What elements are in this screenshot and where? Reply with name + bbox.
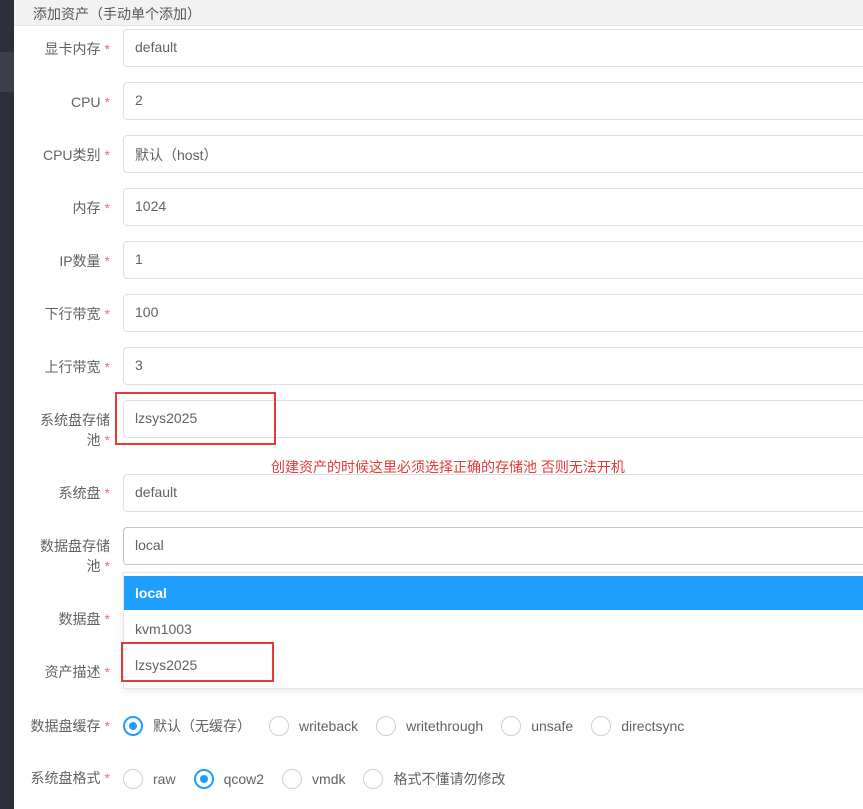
cpu-label: CPU * bbox=[70, 94, 110, 110]
data-pool-label: 数据盘存储 池 * bbox=[40, 538, 110, 574]
radio-circle-icon bbox=[123, 716, 143, 736]
down-bandwidth-input[interactable]: 100 bbox=[123, 294, 863, 332]
radio-cache-default[interactable]: 默认（无缓存） bbox=[123, 716, 251, 736]
cpu-input[interactable]: 2 bbox=[123, 82, 863, 120]
add-asset-panel: 添加资产（手动单个添加） 显卡内存 * default CPU * 2 CPU类别 *… bbox=[14, 0, 863, 809]
sidebar-strip bbox=[0, 0, 14, 809]
dropdown-option-kvm1003[interactable]: kvm1003 bbox=[124, 612, 863, 646]
radio-format-qcow2[interactable]: qcow2 bbox=[193, 769, 264, 789]
panel-title: 添加资产（手动单个添加） bbox=[33, 6, 201, 22]
radio-circle-icon bbox=[269, 716, 289, 736]
up-bandwidth-label: 上行带宽 * bbox=[44, 359, 110, 375]
annotation-box-dropdown bbox=[121, 642, 274, 682]
down-bandwidth-label: 下行带宽 * bbox=[44, 306, 110, 322]
radio-circle-icon bbox=[376, 716, 397, 736]
data-pool-select[interactable]: local bbox=[123, 527, 863, 565]
radio-circle-icon bbox=[123, 769, 143, 789]
radio-circle-icon bbox=[591, 716, 612, 736]
memory-label: 内存 * bbox=[72, 200, 110, 216]
ip-count-input[interactable]: 1 bbox=[123, 241, 863, 279]
radio-circle-icon bbox=[282, 769, 303, 789]
radio-format-note[interactable]: 格式不懂请勿修改 bbox=[363, 769, 505, 789]
data-disk-label: 数据盘 * bbox=[58, 611, 110, 627]
data-cache-radio-group: 默认（无缓存） writeback writethrough unsafe di… bbox=[123, 714, 702, 738]
memory-input[interactable]: 1024 bbox=[123, 188, 863, 226]
sys-disk-label: 系统盘 * bbox=[58, 485, 110, 501]
data-cache-label: 数据盘缓存 * bbox=[30, 718, 110, 734]
up-bandwidth-input[interactable]: 3 bbox=[123, 347, 863, 385]
gpu-mem-input[interactable]: default bbox=[123, 29, 863, 67]
sys-pool-label: 系统盘存储 池 * bbox=[40, 412, 110, 448]
radio-cache-writethrough[interactable]: writethrough bbox=[376, 716, 483, 736]
radio-cache-unsafe[interactable]: unsafe bbox=[501, 716, 573, 736]
sidebar-active-mark bbox=[0, 52, 14, 92]
radio-circle-icon bbox=[501, 716, 522, 736]
sys-format-label: 系统盘格式 * bbox=[30, 770, 110, 786]
radio-circle-icon bbox=[193, 769, 214, 789]
radio-circle-icon bbox=[363, 769, 384, 789]
radio-format-vmdk[interactable]: vmdk bbox=[282, 769, 345, 789]
annotation-box-sys-pool bbox=[115, 392, 276, 445]
ip-count-label: IP数量 * bbox=[59, 253, 110, 269]
gpu-mem-label: 显卡内存 * bbox=[44, 41, 110, 57]
dropdown-option-local[interactable]: local bbox=[124, 576, 863, 610]
radio-cache-writeback[interactable]: writeback bbox=[269, 716, 358, 736]
panel-header: 添加资产（手动单个添加） bbox=[14, 0, 863, 26]
sys-disk-input[interactable]: default bbox=[123, 474, 863, 512]
radio-format-raw[interactable]: raw bbox=[123, 769, 176, 789]
asset-desc-label: 资产描述 * bbox=[44, 664, 110, 680]
radio-cache-directsync[interactable]: directsync bbox=[591, 716, 684, 736]
sys-format-radio-group: raw qcow2 vmdk 格式不懂请勿修改 bbox=[123, 767, 523, 791]
cpu-type-input[interactable]: 默认（host） bbox=[123, 135, 863, 173]
cpu-type-label: CPU类别 * bbox=[42, 147, 110, 163]
